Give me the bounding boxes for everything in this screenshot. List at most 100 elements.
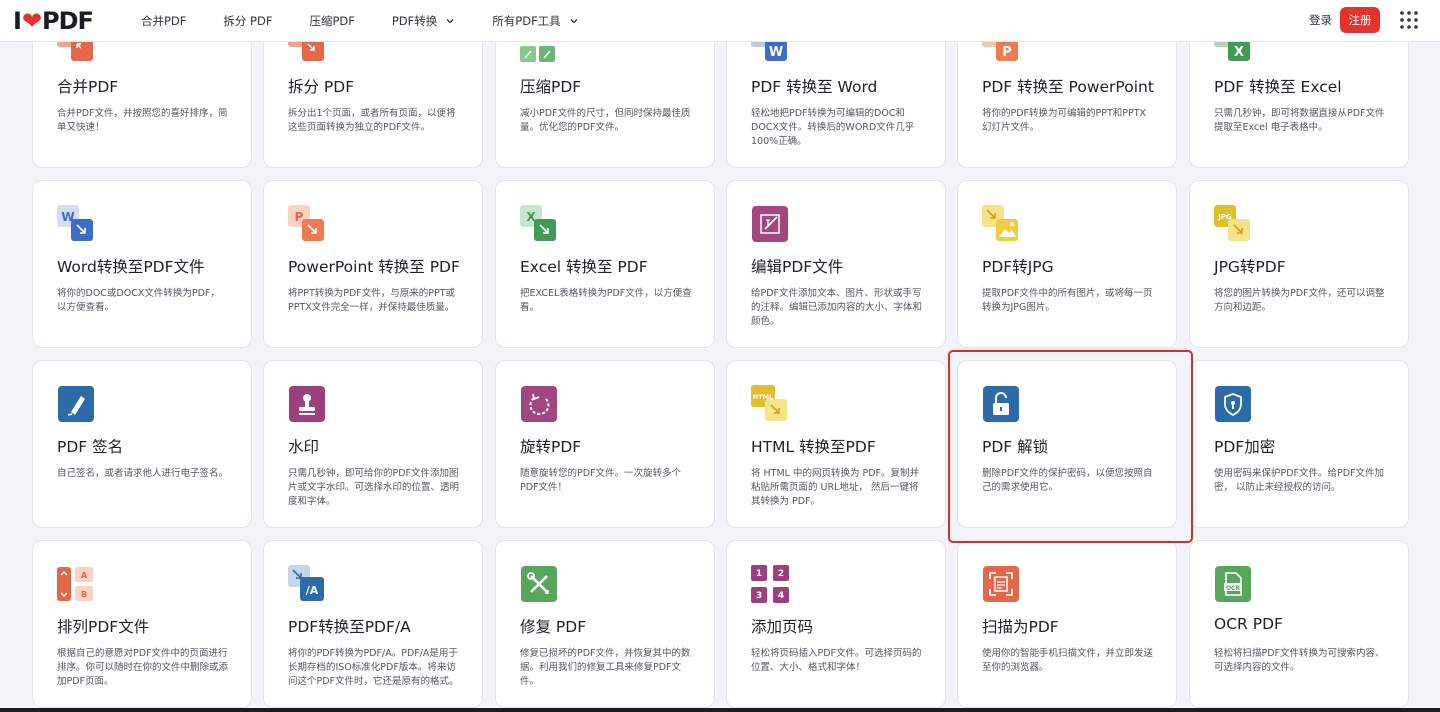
tool-title: 排列PDF文件 [57, 618, 150, 636]
svg-text:OCR: OCR [1226, 585, 1241, 592]
tool-description: 轻松将页码插入PDF文件。可选择页码的位置、大小、格式和字体！ [751, 648, 922, 673]
tool-card-jpg-to-pdf[interactable]: JPG JPG转PDF 将您的图片转换为PDF文件，还可以调整方向和边距。 [1189, 180, 1409, 348]
tool-description: 给PDF文件添加文本、图片、形状或手写的注释。编辑已添加内容的大小、字体和颜色。 [751, 288, 923, 327]
tool-card-page-numbers[interactable]: 1 2 3 4 添加页码 轻松将页码插入PDF文件。可选择页码的位置、大小、格式和字体… [726, 540, 946, 708]
nav-split-pdf[interactable]: 拆分 PDF [223, 13, 272, 29]
main-nav: 合并PDF 拆分 PDF 压缩PDF PDF转换 所有PDF工具 [141, 0, 616, 42]
tool-card-pdf-to-pdfa[interactable]: /A PDF转换至PDF/A 将你的PDF转换为PDF/A。PDF/A是用于长期… [263, 540, 483, 708]
nav-compress-pdf[interactable]: 压缩PDF [309, 13, 354, 29]
tool-description: 轻松将扫描PDF文件转换为可搜索内容、可选择内容的文件。 [1214, 648, 1385, 673]
tool-card-word-to-pdf[interactable]: W Word转换至PDF文件 将你的DOC或DOCX文件转换为PDF，以方便查看… [32, 180, 252, 348]
unlock-icon [983, 386, 1019, 422]
tool-title: 扫描为PDF [982, 618, 1059, 636]
page-numbers-icon: 1 2 3 4 [751, 565, 789, 603]
tool-title: 编辑PDF文件 [751, 258, 844, 276]
tool-card-unlock-pdf[interactable]: PDF 解锁 删除PDF文件的保护密码，以便您按照自己的需求使用它。 [957, 360, 1177, 528]
tool-title: HTML 转换至PDF [751, 438, 876, 456]
scan-icon [983, 566, 1019, 602]
tool-description: 随意旋转您的PDF文件。一次旋转多个PDF文件！ [520, 468, 682, 493]
tool-card-repair-pdf[interactable]: 修复 PDF 修复已损坏的PDF文件，并恢复其中的数据。利用我们的修复工具来修复… [495, 540, 715, 708]
svg-text:3: 3 [756, 591, 762, 601]
organize-icon: AB [57, 567, 93, 601]
svg-text:1: 1 [756, 569, 762, 579]
svg-text:/A: /A [306, 584, 319, 597]
logo-word: PDF [42, 7, 94, 35]
shield-icon [1215, 386, 1251, 422]
tool-description: 只需几秒钟，即可给你的PDF文件添加图片或文字水印。可选择水印的位置、透明度和字… [288, 468, 460, 507]
tool-card-html-to-pdf[interactable]: HTML HTML 转换至PDF 将 HTML 中的网页转换为 PDF。复制并粘… [726, 360, 946, 528]
tool-description: 将你的PDF转换为可编辑的PPT和PPTX幻灯片文件。 [982, 108, 1147, 133]
tool-card-watermark[interactable]: 水印 只需几秒钟，即可给你的PDF文件添加图片或文字水印。可选择水印的位置、透明… [263, 360, 483, 528]
tool-description: 将你的PDF转换为PDF/A。PDF/A是用于长期存档的ISO标准化PDF版本。… [288, 648, 459, 687]
powerpoint-to-pdf-icon: P [288, 205, 324, 241]
heart-icon: ❤ [21, 7, 42, 35]
tool-title: 拆分 PDF [288, 78, 355, 96]
tool-card-ocr-pdf[interactable]: OCR OCR PDF 轻松将扫描PDF文件转换为可搜索内容、可选择内容的文件。 [1189, 540, 1409, 708]
tool-description: 修复已损坏的PDF文件，并恢复其中的数据。利用我们的修复工具来修复PDF文件。 [520, 648, 691, 687]
tool-description: 将您的图片转换为PDF文件，还可以调整方向和边距。 [1214, 288, 1385, 313]
word-to-pdf-icon: W [57, 205, 93, 241]
tool-card-organize-pdf[interactable]: AB 排列PDF文件 根据自己的意愿对PDF文件中的页面进行排序。你可以随时在你… [32, 540, 252, 708]
tool-card-scan-to-pdf[interactable]: 扫描为PDF 使用你的智能手机扫描文件，并立即发送至你的浏览器。 [957, 540, 1177, 708]
tool-description: 根据自己的意愿对PDF文件中的页面进行排序。你可以随时在你的文件中删除或添加PD… [57, 648, 229, 687]
svg-text:B: B [81, 590, 87, 599]
wrench-icon [521, 566, 557, 602]
login-link[interactable]: 登录 [1309, 12, 1332, 28]
tool-title: PDF转JPG [982, 258, 1054, 276]
tool-card-excel-to-pdf[interactable]: X Excel 转换至 PDF 把EXCEL表格转换为PDF文件，以方便查看。 [495, 180, 715, 348]
tool-title: PowerPoint 转换至 PDF [288, 258, 460, 276]
tool-card-powerpoint-to-pdf[interactable]: P PowerPoint 转换至 PDF 将PPT转换为PDF文件，与原来的PP… [263, 180, 483, 348]
tool-title: 旋转PDF [520, 438, 582, 456]
html-to-pdf-icon: HTML [751, 385, 787, 421]
tool-card-rotate-pdf[interactable]: 旋转PDF 随意旋转您的PDF文件。一次旋转多个PDF文件！ [495, 360, 715, 528]
tool-card-protect-pdf[interactable]: PDF加密 使用密码来保护PDF文件。给PDF文件加密， 以防止未经授权的访问。 [1189, 360, 1409, 528]
chevron-down-icon [446, 19, 454, 24]
tool-title: OCR PDF [1214, 615, 1283, 633]
ocr-icon: OCR [1215, 566, 1251, 602]
tool-description: 合并PDF文件，并按照您的喜好排序，简单又快速！ [57, 108, 228, 133]
pdf-to-jpg-icon [982, 205, 1018, 241]
tool-description: 减小PDF文件的尺寸，但同时保持最佳质量。优化您的PDF文件。 [520, 108, 691, 133]
tool-title: Word转换至PDF文件 [57, 258, 205, 276]
tool-card-edit-pdf[interactable]: 编辑PDF文件 给PDF文件添加文本、图片、形状或手写的注释。编辑已添加内容的大… [726, 180, 946, 348]
tool-title: 修复 PDF [520, 618, 587, 636]
tool-description: 提取PDF文件中的所有图片，或将每一页转换为JPG图片。 [982, 288, 1153, 313]
rotate-pdf-icon [521, 386, 557, 422]
tool-title: PDF 解锁 [982, 438, 1049, 456]
svg-text:W: W [769, 45, 783, 60]
apps-grid-icon[interactable] [1399, 10, 1419, 30]
tool-card-pdf-to-jpg[interactable]: PDF转JPG 提取PDF文件中的所有图片，或将每一页转换为JPG图片。 [957, 180, 1177, 348]
tool-title: PDF 转换至 Word [751, 78, 878, 96]
nav-merge-pdf[interactable]: 合并PDF [141, 13, 186, 29]
nav-label: PDF转换 [391, 14, 438, 28]
tool-description: 轻松地把PDF转换为可编辑的DOC和DOCX文件。转换后的WORD文件几乎100… [751, 108, 915, 147]
svg-text:P: P [1002, 45, 1012, 60]
tool-description: 自己签名，或者请求他人进行电子签名。 [57, 468, 229, 479]
tool-title: 合并PDF [57, 78, 119, 96]
svg-text:A: A [81, 571, 88, 580]
chevron-down-icon [570, 19, 578, 24]
signup-button[interactable]: 注册 [1340, 7, 1380, 33]
tool-title: PDF 签名 [57, 438, 124, 456]
tool-title: 压缩PDF [520, 78, 582, 96]
logo-letter: I [13, 7, 22, 35]
jpg-to-pdf-icon: JPG [1214, 205, 1250, 241]
tool-description: 使用密码来保护PDF文件。给PDF文件加密， 以防止未经授权的访问。 [1214, 468, 1385, 493]
watermark-icon [289, 386, 325, 422]
tool-title: PDF 转换至 PowerPoint [982, 78, 1154, 96]
nav-convert-pdf-dropdown[interactable]: PDF转换 [392, 13, 455, 29]
nav-all-tools-dropdown[interactable]: 所有PDF工具 [492, 13, 578, 29]
tool-description: 将你的DOC或DOCX文件转换为PDF，以方便查看。 [57, 288, 220, 313]
pdfa-icon: /A [288, 565, 324, 601]
edit-pdf-icon [752, 206, 788, 242]
svg-text:2: 2 [778, 569, 784, 579]
tool-description: 使用你的智能手机扫描文件，并立即发送至你的浏览器。 [982, 648, 1154, 673]
svg-text:4: 4 [778, 591, 784, 601]
tool-title: PDF加密 [1214, 438, 1276, 456]
nav-label: 压缩PDF [309, 14, 355, 28]
excel-to-pdf-icon: X [520, 205, 556, 241]
ilovepdf-logo[interactable]: I ❤ PDF [13, 7, 94, 35]
tool-description: 拆分出1个页面，或者所有页面，以便将这些页面转换为独立的PDF文件。 [288, 108, 456, 133]
tool-card-sign-pdf[interactable]: PDF 签名 自己签名，或者请求他人进行电子签名。 [32, 360, 252, 528]
nav-label: 拆分 PDF [223, 14, 273, 28]
